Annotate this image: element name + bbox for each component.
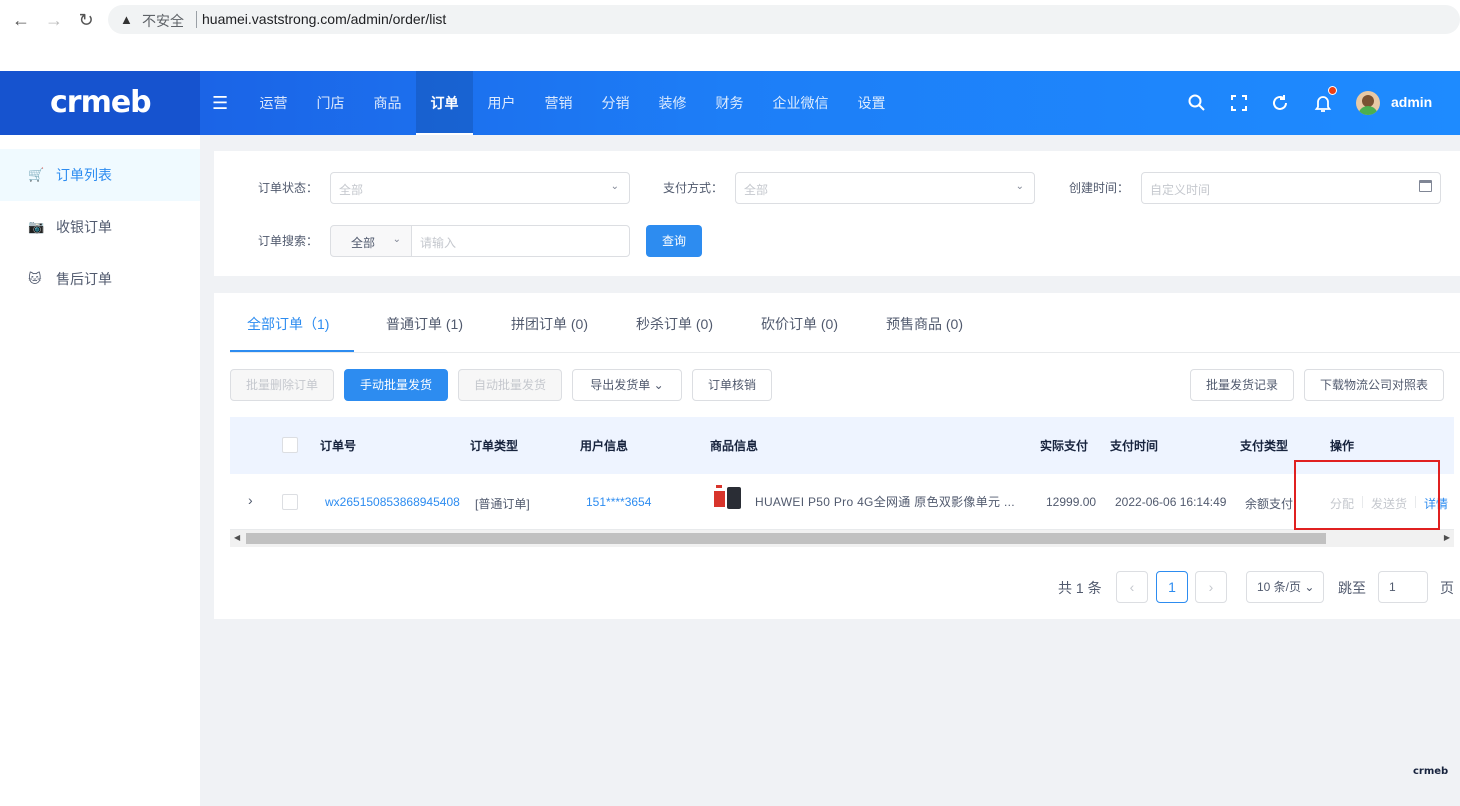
product-info: HUAWEI P50 Pro 4G全网通 原色双影像单元 ...: [755, 495, 1015, 509]
tab-bargain-orders[interactable]: 砍价订单 (0): [761, 314, 838, 334]
nav-decoration[interactable]: 装修: [644, 71, 701, 135]
page-suffix: 页: [1440, 580, 1454, 596]
tab-active-indicator: [230, 350, 354, 352]
top-nav: 运营 门店 商品 订单 用户 营销 分销 装修 财务 企业微信 设置: [245, 71, 900, 135]
highlight-annotation: [1294, 460, 1440, 530]
reload-icon[interactable]: ↻: [76, 10, 96, 30]
user-info[interactable]: 151****3654: [586, 495, 651, 509]
cashier-icon: 📷: [28, 219, 45, 234]
warning-icon: ▲: [120, 12, 133, 27]
chevron-down-icon: ⌄: [1304, 580, 1315, 594]
pay-type: 余额支付: [1245, 497, 1294, 511]
paid-amount: 12999.00: [1046, 495, 1097, 509]
aftersale-icon: 🐱: [28, 271, 42, 286]
search-input[interactable]: 请输入: [411, 225, 630, 257]
nav-wecom[interactable]: 企业微信: [758, 71, 843, 135]
manual-ship-button[interactable]: 手动批量发货: [344, 369, 448, 401]
nav-product[interactable]: 商品: [359, 71, 416, 135]
tab-presale-orders[interactable]: 预售商品 (0): [886, 314, 963, 334]
page-size-select[interactable]: 10 条/页 ⌄: [1246, 571, 1324, 603]
jump-label: 跳至: [1338, 580, 1366, 596]
notification-dot: [1328, 86, 1337, 95]
order-type: [普通订单]: [475, 497, 530, 511]
search-label: 订单搜索：: [258, 234, 319, 248]
nav-user[interactable]: 用户: [473, 71, 530, 135]
pay-time: 2022-06-06 16:14:49: [1115, 495, 1227, 509]
sidebar-item-order-list[interactable]: 🛒 订单列表: [0, 149, 200, 201]
insecure-label: 不安全: [142, 13, 184, 29]
create-time-picker[interactable]: 自定义时间: [1141, 172, 1441, 204]
row-checkbox[interactable]: [282, 494, 298, 510]
download-logistics-button[interactable]: 下载物流公司对照表: [1304, 369, 1444, 401]
footer-logo: crmeb: [1413, 766, 1449, 777]
product-thumbnail: [714, 485, 744, 511]
sidebar-item-cashier-orders[interactable]: 📷 收银订单: [0, 201, 200, 253]
select-all-checkbox[interactable]: [282, 437, 298, 453]
tab-group-orders[interactable]: 拼团订单 (0): [511, 314, 588, 334]
table-row: › wx265150853868945408 [普通订单] 151****365…: [230, 474, 1454, 530]
chevron-down-icon: ⌄: [653, 378, 664, 392]
browser-bar: ← → ↻ ▲ 不安全 huamei.vaststrong.com/admin/…: [0, 0, 1460, 71]
scroll-right-icon[interactable]: ▶: [1444, 533, 1450, 542]
next-page-button[interactable]: ›: [1195, 571, 1227, 603]
menu-toggle-icon[interactable]: ☰: [212, 93, 228, 114]
horizontal-scrollbar[interactable]: ◀ ▶: [230, 530, 1454, 547]
logo-text: crmeb: [50, 85, 152, 120]
scrollbar-thumb[interactable]: [246, 533, 1326, 544]
search-type-select[interactable]: 全部 ⌄: [330, 225, 412, 257]
status-select[interactable]: 全部 ⌄: [330, 172, 630, 204]
tab-flash-orders[interactable]: 秒杀订单 (0): [636, 314, 713, 334]
address-bar[interactable]: ▲ 不安全 huamei.vaststrong.com/admin/order/…: [108, 5, 1460, 34]
logo[interactable]: crmeb: [0, 71, 200, 135]
batch-delete-button[interactable]: 批量删除订单: [230, 369, 334, 401]
nav-ops[interactable]: 运营: [245, 71, 302, 135]
top-header: crmeb ☰ 运营 门店 商品 订单 用户 营销 分销 装修 财务 企业微信 …: [0, 71, 1460, 135]
ship-records-button[interactable]: 批量发货记录: [1190, 369, 1294, 401]
nav-finance[interactable]: 财务: [701, 71, 758, 135]
chevron-down-icon: ⌄: [610, 181, 619, 192]
pager-total: 共 1 条: [1058, 580, 1102, 596]
chevron-down-icon: ⌄: [392, 234, 401, 245]
jump-page-input[interactable]: 1: [1378, 571, 1428, 603]
nav-distribution[interactable]: 分销: [587, 71, 644, 135]
page-1-button[interactable]: 1: [1156, 571, 1188, 603]
prev-page-button[interactable]: ‹: [1116, 571, 1148, 603]
refresh-icon[interactable]: [1270, 93, 1290, 113]
filter-card: 订单状态： 全部 ⌄ 支付方式： 全部 ⌄ 创建时间： 自定义时间 订单搜索： …: [214, 151, 1460, 276]
pay-method-label: 支付方式：: [663, 181, 724, 195]
calendar-icon: [1419, 180, 1432, 192]
back-icon[interactable]: ←: [11, 10, 31, 30]
order-number[interactable]: wx265150853868945408: [325, 495, 460, 509]
url-text[interactable]: huamei.vaststrong.com/admin/order/list: [202, 11, 446, 27]
nav-store[interactable]: 门店: [302, 71, 359, 135]
expand-row-icon[interactable]: ›: [248, 492, 253, 508]
sidebar: 🛒 订单列表 📷 收银订单 🐱 售后订单: [0, 135, 200, 806]
search-icon[interactable]: [1187, 93, 1207, 113]
nav-marketing[interactable]: 营销: [530, 71, 587, 135]
export-button[interactable]: 导出发货单 ⌄: [572, 369, 682, 401]
create-time-label: 创建时间：: [1069, 181, 1130, 195]
nav-order[interactable]: 订单: [416, 71, 473, 135]
forward-icon[interactable]: →: [44, 10, 64, 30]
tab-normal-orders[interactable]: 普通订单 (1): [386, 314, 463, 334]
order-list-card: 全部订单（1) 普通订单 (1) 拼团订单 (0) 秒杀订单 (0) 砍价订单 …: [214, 293, 1460, 619]
chevron-down-icon: ⌄: [1015, 181, 1024, 192]
order-tabs: 全部订单（1) 普通订单 (1) 拼团订单 (0) 秒杀订单 (0) 砍价订单 …: [230, 293, 1460, 353]
status-label: 订单状态：: [258, 181, 319, 195]
verify-button[interactable]: 订单核销: [692, 369, 772, 401]
table-header: 订单号 订单类型 用户信息 商品信息 实际支付 支付时间 支付类型 操作: [230, 417, 1454, 474]
sidebar-item-aftersale-orders[interactable]: 🐱 售后订单: [0, 253, 200, 305]
query-button[interactable]: 查询: [646, 225, 702, 257]
user-name[interactable]: admin: [1391, 94, 1432, 110]
cart-icon: 🛒: [28, 167, 45, 182]
scroll-left-icon[interactable]: ◀: [234, 533, 240, 542]
bell-icon[interactable]: [1313, 93, 1333, 113]
pay-method-select[interactable]: 全部 ⌄: [735, 172, 1035, 204]
tab-all-orders[interactable]: 全部订单（1): [247, 314, 329, 334]
nav-settings[interactable]: 设置: [843, 71, 900, 135]
auto-ship-button[interactable]: 自动批量发货: [458, 369, 562, 401]
fullscreen-icon[interactable]: [1229, 93, 1249, 113]
avatar[interactable]: [1356, 91, 1380, 115]
